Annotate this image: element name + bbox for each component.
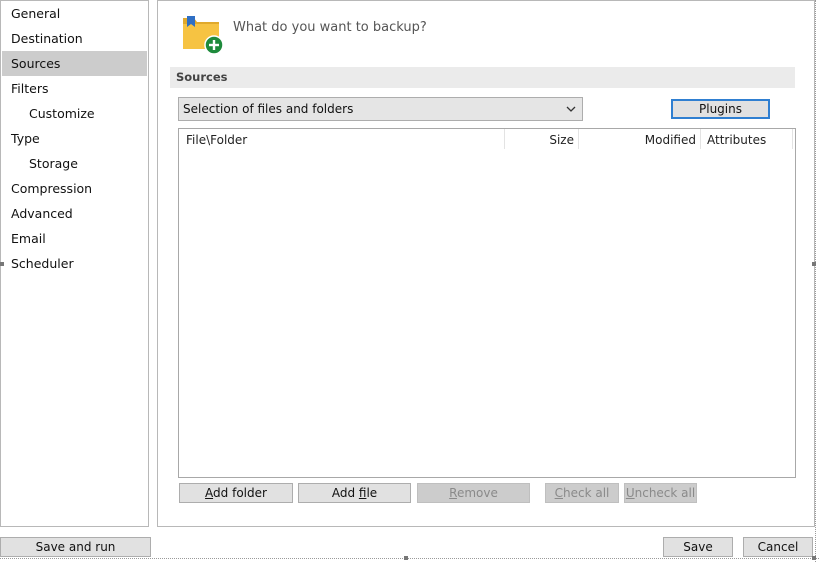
check-all-button[interactable]: Check all [545,483,619,503]
column-separator[interactable] [504,129,505,149]
resize-handle[interactable] [812,262,816,266]
add-file-label-post: ile [366,486,378,500]
check-all-label-post: heck all [563,486,610,500]
resize-handle[interactable] [404,556,408,560]
save-and-run-button[interactable]: Save and run [0,537,151,557]
check-all-label-key: C [554,486,563,500]
resize-handle[interactable] [812,556,816,560]
source-type-value: Selection of files and folders [183,102,354,116]
form-boundary [815,0,816,562]
sidebar-item-filters[interactable]: Filters [2,76,147,101]
resize-handle[interactable] [0,262,4,266]
sidebar-item-sources[interactable]: Sources [2,51,147,76]
file-list[interactable]: File\Folder Size Modified Attributes [178,128,796,478]
column-separator[interactable] [792,129,793,149]
uncheck-all-label-post: ncheck all [634,486,696,500]
remove-button[interactable]: Remove [417,483,530,503]
remove-label-post: emove [456,486,498,500]
chevron-down-icon [566,106,576,112]
sidebar-nav: General Destination Sources Filters Cust… [0,0,149,527]
section-header: Sources [170,67,795,88]
sidebar-item-compression[interactable]: Compression [2,176,147,201]
form-boundary [0,558,819,559]
sidebar-item-email[interactable]: Email [2,226,147,251]
folder-add-icon [183,16,224,55]
plugins-button[interactable]: Plugins [671,99,770,119]
cancel-button[interactable]: Cancel [743,537,813,557]
add-folder-button[interactable]: Add folder [179,483,293,503]
uncheck-all-label-key: U [625,486,635,500]
column-separator[interactable] [700,129,701,149]
page-prompt: What do you want to backup? [233,20,427,35]
add-file-label-pre: Add [331,486,359,500]
uncheck-all-button[interactable]: Uncheck all [624,483,697,503]
save-button[interactable]: Save [663,537,733,557]
remove-label-key: R [449,486,457,500]
column-separator[interactable] [578,129,579,149]
sidebar-item-storage[interactable]: Storage [2,151,147,176]
source-type-select[interactable]: Selection of files and folders [178,97,583,121]
sidebar-item-scheduler[interactable]: Scheduler [2,251,147,276]
column-header-size[interactable]: Size [509,129,574,151]
sidebar-item-customize[interactable]: Customize [2,101,147,126]
add-file-button[interactable]: Add file [298,483,411,503]
sources-panel: What do you want to backup? Sources Sele… [157,0,815,527]
column-header-modified[interactable]: Modified [583,129,696,151]
column-header-attributes[interactable]: Attributes [707,129,766,151]
sidebar-item-advanced[interactable]: Advanced [2,201,147,226]
add-folder-label-key: A [205,486,214,500]
sidebar-item-type[interactable]: Type [2,126,147,151]
sidebar-item-destination[interactable]: Destination [2,26,147,51]
sidebar-item-general[interactable]: General [2,1,147,26]
add-folder-label-post: dd folder [213,486,267,500]
column-header-file-folder[interactable]: File\Folder [186,129,247,151]
